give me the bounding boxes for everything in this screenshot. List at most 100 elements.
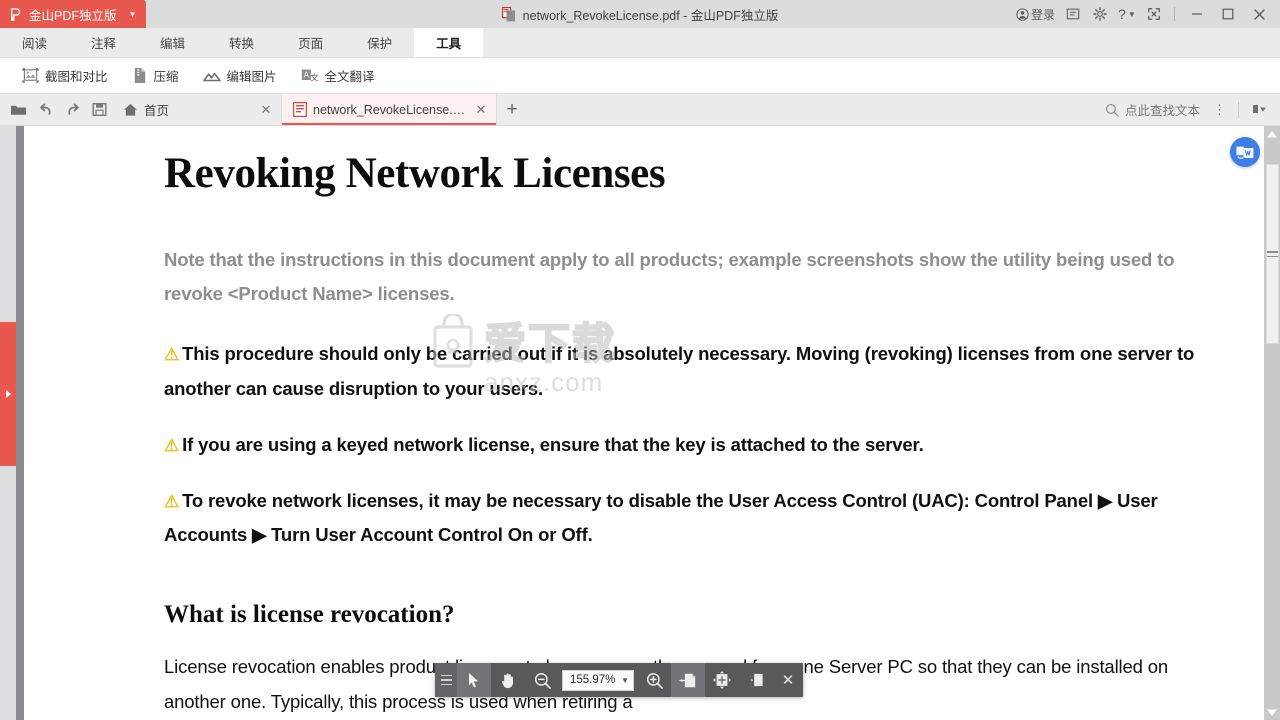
pdf-page: 爱下载 anxz.com Revoking Network Licenses N… [24, 126, 1256, 720]
user-icon [1016, 7, 1029, 21]
tab-pdf-label: network_RevokeLicense.pdf [313, 102, 468, 117]
zoom-level-select[interactable]: 155.97% ▼ [562, 669, 634, 691]
find-text-button[interactable]: 点此查找文本 [1101, 97, 1204, 122]
screenshot-compare-button[interactable]: 截图和对比 [12, 61, 118, 90]
toolbar-drag-handle[interactable] [435, 663, 457, 697]
split-view-button[interactable] [739, 663, 773, 697]
message-button[interactable] [1060, 1, 1086, 27]
chevron-down-icon: ▼ [1127, 9, 1136, 19]
svg-text:A: A [303, 70, 309, 79]
menu-item-convert[interactable]: 转换 [207, 28, 276, 57]
grip-icon [1266, 251, 1278, 257]
more-options-button[interactable]: ⋮ [1209, 102, 1230, 118]
find-text-label: 点此查找文本 [1124, 104, 1200, 118]
compress-button[interactable]: 压缩 [122, 61, 189, 90]
edit-image-icon [202, 72, 221, 82]
menu-item-protect[interactable]: 保护 [345, 28, 414, 57]
maximize-button[interactable] [1213, 1, 1243, 27]
collapse-ribbon-icon [1252, 105, 1266, 113]
tab-close-icon[interactable]: ✕ [474, 102, 488, 118]
menu-item-edit[interactable]: 编辑 [138, 28, 207, 57]
zoom-in-icon [646, 672, 663, 689]
doc-warning-2: ⚠ If you are using a keyed network licens… [164, 428, 1196, 462]
pdf-file-icon [293, 102, 307, 117]
edit-image-button[interactable]: 编辑图片 [193, 61, 287, 90]
document-tab-bar: 首页 ✕ network_RevokeLicense.pdf ✕ + 点此查找文… [0, 94, 1280, 126]
screenshot-compare-icon [22, 68, 39, 83]
edit-image-label: 编辑图片 [226, 70, 277, 84]
vertical-scrollbar[interactable] [1264, 126, 1280, 720]
tabbar-right-tools: 点此查找文本 ⋮ [1101, 94, 1280, 125]
hand-icon [501, 673, 513, 688]
minimize-button[interactable] [1182, 1, 1212, 27]
zoom-out-button[interactable] [525, 663, 559, 697]
chevron-right-icon [5, 390, 11, 398]
scroll-down-button[interactable] [1264, 704, 1280, 720]
chevron-down-icon[interactable]: ▼ [129, 10, 137, 19]
zoom-in-button[interactable] [637, 663, 671, 697]
sidebar-expand-handle[interactable] [0, 322, 16, 466]
menu-item-page[interactable]: 页面 [276, 28, 345, 57]
settings-button[interactable] [1087, 1, 1113, 27]
fit-page-button[interactable] [705, 663, 739, 697]
maximize-icon [1222, 8, 1234, 20]
tabbar-tools [0, 94, 112, 125]
window-controls: 登录 ? ▼ [1012, 0, 1274, 28]
pdf-to-word-button[interactable] [1230, 137, 1260, 167]
compress-label: 压缩 [153, 70, 179, 84]
warning-triangle-icon: ⚠ [164, 435, 180, 455]
tab-network-revokelicense[interactable]: network_RevokeLicense.pdf ✕ [282, 94, 497, 125]
doc-warning-3-text: To revoke network licenses, it may be ne… [164, 490, 1158, 546]
pdf-viewer: 爱下载 anxz.com Revoking Network Licenses N… [0, 126, 1280, 720]
svg-text:文: 文 [310, 72, 319, 83]
new-tab-button[interactable]: + [497, 94, 527, 125]
translate-icon: A 文 [301, 69, 319, 83]
zoom-out-icon [534, 672, 551, 689]
message-icon [1066, 8, 1080, 20]
select-tool-button[interactable] [457, 663, 491, 697]
app-tab[interactable]: 金山PDF独立版 ▼ [0, 0, 147, 28]
app-tab-label: 金山PDF独立版 [29, 8, 117, 23]
save-button[interactable] [87, 102, 112, 117]
tab-close-icon[interactable]: ✕ [259, 102, 273, 118]
redo-button[interactable] [60, 102, 85, 117]
page-shadow [16, 126, 24, 720]
scrollbar-thumb[interactable] [1265, 164, 1279, 344]
split-view-icon [749, 673, 763, 687]
cursor-arrow-icon [469, 673, 479, 688]
menu-item-read[interactable]: 阅读 [0, 28, 69, 57]
tab-home[interactable]: 首页 ✕ [112, 94, 282, 125]
help-button[interactable]: ? ▼ [1114, 1, 1140, 27]
scroll-up-button[interactable] [1264, 126, 1280, 142]
divider [1238, 101, 1239, 118]
translate-button[interactable]: A 文 全文翻译 [291, 61, 385, 90]
divider [1174, 7, 1175, 21]
menu-item-annotate[interactable]: 注释 [69, 28, 138, 57]
close-button[interactable] [1244, 1, 1274, 27]
open-folder-button[interactable] [6, 103, 31, 117]
fit-width-button[interactable] [671, 663, 705, 697]
warning-triangle-icon: ⚠ [164, 492, 180, 512]
menu-item-tools[interactable]: 工具 [414, 28, 484, 57]
save-icon [92, 103, 107, 117]
doc-heading-2: What is license revocation? [164, 600, 455, 628]
warning-triangle-icon: ⚠ [164, 345, 180, 365]
title-bar: 金山PDF独立版 ▼ network_RevokeLicense.pdf - 金… [0, 0, 1280, 28]
fullscreen-button[interactable] [1141, 1, 1167, 27]
undo-button[interactable] [33, 102, 58, 117]
menu-bar: 阅读 注释 编辑 转换 页面 保护 工具 [0, 28, 1280, 58]
collapse-ribbon-button[interactable] [1247, 103, 1272, 116]
screenshot-compare-label: 截图和对比 [45, 70, 108, 84]
pdf-to-word-icon [1236, 146, 1254, 159]
chevron-down-icon: ▼ [621, 675, 629, 685]
gear-icon [1093, 7, 1107, 21]
triangle-up-icon [1267, 130, 1277, 137]
close-toolbar-button[interactable]: ✕ [773, 663, 803, 697]
redo-icon [67, 103, 79, 115]
window-title-text: network_RevokeLicense.pdf - 金山PDF独立版 [522, 8, 779, 23]
login-button[interactable]: 登录 [1012, 1, 1059, 27]
doc-warning-2-text: If you are using a keyed network license… [182, 433, 924, 455]
login-label: 登录 [1030, 7, 1055, 22]
hand-tool-button[interactable] [491, 663, 525, 697]
expand-icon [1148, 8, 1160, 20]
